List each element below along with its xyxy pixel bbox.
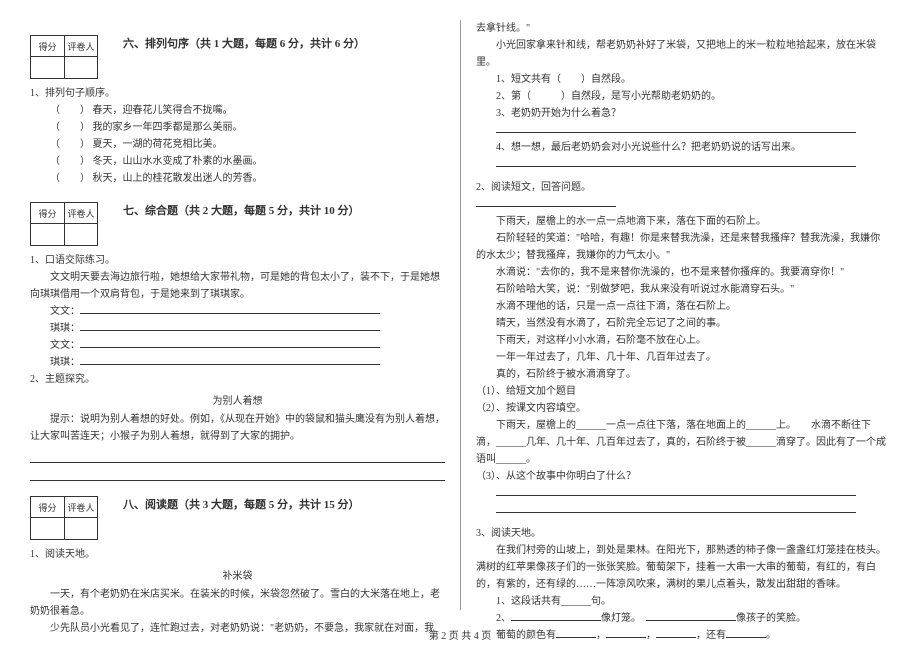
passage-line: 石阶轻轻的笑道："哈哈，有趣！你是来替我洗澡，还是来替我搔痒？替我洗澡，我嫌你的… bbox=[476, 230, 890, 264]
sub-q3: 3、老奶奶开始为什么着急？ bbox=[476, 105, 890, 122]
reviewer-label: 评卷人 bbox=[64, 202, 98, 224]
score-blank bbox=[30, 518, 64, 540]
q3-s1: 1、这段话共有______句。 bbox=[476, 593, 890, 610]
answer-blank[interactable] bbox=[646, 620, 736, 621]
sub-q1: 1、短文共有（ ）自然段。 bbox=[476, 71, 890, 88]
section7-title: 七、综合题（共 2 大题，每题 5 分，共计 10 分） bbox=[123, 202, 360, 218]
q3-body: 在我们村旁的山坡上，到处是果林。在阳光下，那熟透的柿子像一盏盏红灯笼挂在枝头。满… bbox=[476, 542, 890, 593]
reviewer-blank bbox=[64, 224, 98, 246]
passage-line: 水滴不理他的话，只是一点一点往下滴，落在石阶上。 bbox=[476, 298, 890, 315]
dialog-who: 琪琪： bbox=[50, 357, 80, 368]
sec7-q2-stem: 2、主题探究。 bbox=[30, 371, 445, 388]
page-footer: 第 2 页 共 4 页 bbox=[0, 627, 920, 642]
score-blank bbox=[30, 224, 64, 246]
dialog-who: 文文： bbox=[50, 340, 80, 351]
s3: （3）、从这个故事中你明白了什么？ bbox=[476, 468, 890, 485]
answer-blank[interactable] bbox=[496, 132, 856, 133]
answer-blank[interactable] bbox=[496, 512, 856, 513]
answer-blank[interactable] bbox=[511, 620, 601, 621]
sub-q2: 2、第（ ）自然段，是写小光帮助老奶奶的。 bbox=[476, 88, 890, 105]
answer-blank[interactable] bbox=[30, 449, 445, 463]
sec8-q1-stem: 1、阅读天地。 bbox=[30, 546, 445, 563]
score-label: 得分 bbox=[30, 496, 64, 518]
section6-title: 六、排列句序（共 1 大题，每题 6 分，共计 6 分） bbox=[123, 35, 365, 51]
q3-s2a: 像灯笼。 bbox=[601, 613, 636, 624]
sec7-q2-center: 为别人着想 bbox=[30, 392, 445, 407]
dialog-line: 琪琪： bbox=[30, 320, 445, 337]
sec6-line: （ ） 夏天，一湖的荷花竞相比美。 bbox=[30, 136, 445, 153]
passage-line: 晴天，当然没有水滴了，石阶完全忘记了之间的事。 bbox=[476, 315, 890, 332]
cont-line: 小光回家拿来针和线，帮老奶奶补好了米袋，又把地上的米一粒粒地拾起来，放在米袋里。 bbox=[476, 37, 890, 71]
passage-line: 石阶哈哈大笑，说："别做梦吧，我从来没有听说过水能滴穿石头。" bbox=[476, 281, 890, 298]
score-label: 得分 bbox=[30, 202, 64, 224]
answer-blank[interactable] bbox=[30, 467, 445, 481]
right-column: 去拿针线。" 小光回家拿来针和线，帮老奶奶补好了米袋，又把地上的米一粒粒地拾起来… bbox=[460, 20, 890, 610]
answer-blank[interactable] bbox=[80, 364, 380, 365]
dialog-who: 文文： bbox=[50, 306, 80, 317]
answer-blank[interactable] bbox=[496, 495, 856, 496]
section8-title: 八、阅读题（共 3 大题，每题 5 分，共计 15 分） bbox=[123, 496, 360, 512]
dialog-line: 琪琪： bbox=[30, 354, 445, 371]
sec8-q1-p1: 一天，有个老奶奶在米店买米。在装米的时候，米袋忽然破了。雪白的大米落在地上，老奶… bbox=[30, 586, 445, 620]
reviewer-blank bbox=[64, 57, 98, 79]
q2-stem: 2、阅读短文，回答问题。 bbox=[476, 179, 890, 196]
passage-line: 下雨天，对这样小小水滴，石阶毫不放在心上。 bbox=[476, 332, 890, 349]
q3-s2b: 像孩子的笑脸。 bbox=[736, 613, 806, 624]
passage-line: 下雨天，屋檐上的水一点一点地滴下来，落在下面的石阶上。 bbox=[476, 213, 890, 230]
sec7-q2-body: 提示：说明为别人着想的好处。例如，《从现在开始》中的袋鼠和猫头鹰没有为别人着想，… bbox=[30, 411, 445, 445]
dialog-who: 琪琪： bbox=[50, 323, 80, 334]
section8-header: 得分 评卷人 八、阅读题（共 3 大题，每题 5 分，共计 15 分） bbox=[30, 496, 445, 540]
sec6-line: （ ） 春天，迎春花儿笑得合不拢嘴。 bbox=[30, 102, 445, 119]
q3-s2: 2、像灯笼。 像孩子的笑脸。 bbox=[476, 610, 890, 627]
sec8-q1-title: 补米袋 bbox=[30, 567, 445, 582]
answer-blank[interactable] bbox=[80, 347, 380, 348]
title-blank[interactable] bbox=[476, 206, 616, 207]
sec6-q1-stem: 1、排列句子顺序。 bbox=[30, 85, 445, 102]
sec6-line: （ ） 我的家乡一年四季都是那么美丽。 bbox=[30, 119, 445, 136]
reviewer-blank bbox=[64, 518, 98, 540]
dialog-line: 文文： bbox=[30, 337, 445, 354]
passage-line: 真的，石阶终于被水滴滴穿了。 bbox=[476, 366, 890, 383]
dialog-line: 文文： bbox=[30, 303, 445, 320]
s2-fill: 下雨天，屋檐上的______一点一点往下落，落在地面上的______上。 水滴不… bbox=[476, 417, 890, 468]
sec6-line: （ ） 冬天，山山水水变成了朴素的水墨画。 bbox=[30, 153, 445, 170]
answer-blank[interactable] bbox=[496, 166, 856, 167]
s1: （1）、给短文加个题目 bbox=[476, 383, 890, 400]
left-column: 得分 评卷人 六、排列句序（共 1 大题，每题 6 分，共计 6 分） 1、排列… bbox=[30, 20, 460, 610]
cont-line: 去拿针线。" bbox=[476, 20, 890, 37]
sec6-line: （ ） 秋天，山上的桂花散发出迷人的芳香。 bbox=[30, 170, 445, 187]
section7-header: 得分 评卷人 七、综合题（共 2 大题，每题 5 分，共计 10 分） bbox=[30, 202, 445, 246]
s2: （2）、按课文内容填空。 bbox=[476, 400, 890, 417]
answer-blank[interactable] bbox=[80, 330, 380, 331]
passage-line: 一年一年过去了，几年、几十年、几百年过去了。 bbox=[476, 349, 890, 366]
reviewer-label: 评卷人 bbox=[64, 496, 98, 518]
reviewer-label: 评卷人 bbox=[64, 35, 98, 57]
sec7-q1-stem: 1、口语交际练习。 bbox=[30, 252, 445, 269]
score-label: 得分 bbox=[30, 35, 64, 57]
sec7-q1-body: 文文明天要去海边旅行啦，她想给大家带礼物，可是她的背包太小了，装不下，于是她想向… bbox=[30, 269, 445, 303]
passage-line: 水滴说："去你的，我不是来替你洗澡的，也不是来替你搔痒的。我要滴穿你！" bbox=[476, 264, 890, 281]
answer-blank[interactable] bbox=[80, 313, 380, 314]
section6-header: 得分 评卷人 六、排列句序（共 1 大题，每题 6 分，共计 6 分） bbox=[30, 35, 445, 79]
q3-stem: 3、阅读天地。 bbox=[476, 525, 890, 542]
score-blank bbox=[30, 57, 64, 79]
sub-q4: 4、想一想，最后老奶奶会对小光说些什么？把老奶奶说的话写出来。 bbox=[476, 139, 890, 156]
